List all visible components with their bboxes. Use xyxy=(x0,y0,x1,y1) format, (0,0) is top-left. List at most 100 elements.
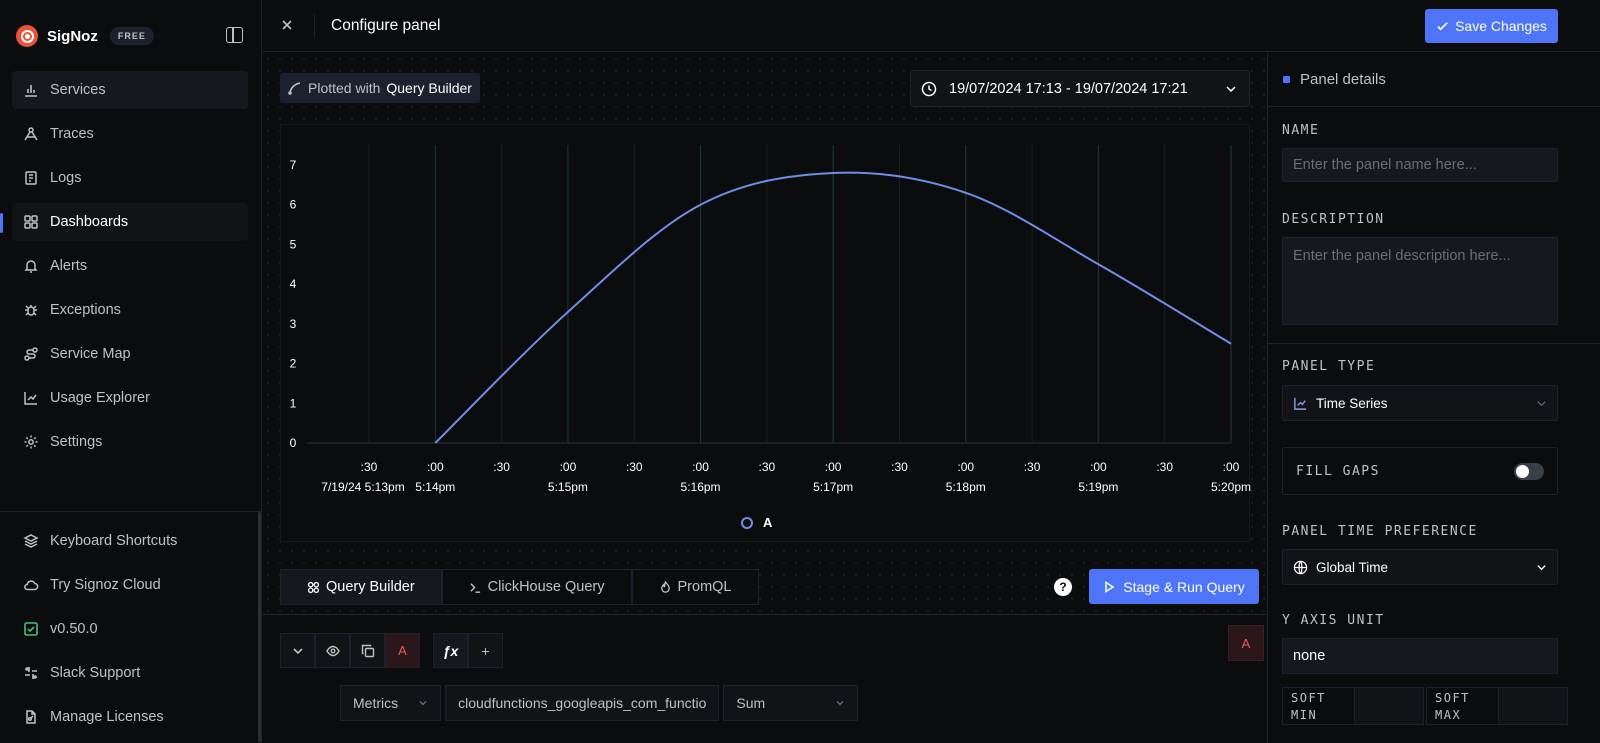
tab-label: PromQL xyxy=(677,579,732,595)
x-tick-label: :00 xyxy=(560,460,577,474)
x-tick-date-label: 5:15pm xyxy=(548,480,588,494)
chevron-down-icon xyxy=(419,701,427,706)
x-tick-date-label: 5:19pm xyxy=(1078,480,1118,494)
x-tick-label: :00 xyxy=(427,460,444,474)
add-query-button[interactable]: + xyxy=(468,633,503,668)
sidebar-item-label: Slack Support xyxy=(50,665,141,681)
x-tick-label: :30 xyxy=(626,460,643,474)
sidebar-item-settings[interactable]: Settings xyxy=(12,423,248,461)
y-tick-label: 3 xyxy=(290,317,297,331)
sidebar-item-exceptions[interactable]: Exceptions xyxy=(12,291,248,329)
gear-icon xyxy=(23,434,39,450)
plotted-prefix: Plotted with xyxy=(308,80,381,96)
sidebar-item-keyboard-shortcuts[interactable]: Keyboard Shortcuts xyxy=(12,522,248,560)
layout-grid-icon xyxy=(23,214,39,230)
flame-icon xyxy=(660,580,670,593)
sidebar-item-label: Traces xyxy=(50,126,94,142)
sidebar: SigNoz FREE Services Traces Logs Dashboa… xyxy=(0,0,262,743)
sidebar-item-label: Exceptions xyxy=(50,302,121,318)
fill-gaps-label: FILL GAPS xyxy=(1296,463,1380,479)
x-tick-label: :00 xyxy=(825,460,842,474)
fill-gaps-toggle[interactable] xyxy=(1514,463,1544,480)
y-tick-label: 7 xyxy=(290,158,297,172)
soft-max-field[interactable]: SOFT MAX xyxy=(1426,687,1568,725)
sidebar-item-label: Manage Licenses xyxy=(50,709,164,725)
y-tick-label: 5 xyxy=(290,237,297,251)
save-changes-button[interactable]: Save Changes xyxy=(1425,9,1558,43)
save-button-label: Save Changes xyxy=(1455,18,1547,34)
sidebar-item-services[interactable]: Services xyxy=(12,71,248,109)
bar-chart-icon xyxy=(23,82,39,98)
tab-clickhouse-query[interactable]: ClickHouse Query xyxy=(441,569,632,605)
sidebar-item-label: Service Map xyxy=(50,346,131,362)
query-letter-badge[interactable]: A xyxy=(385,633,420,668)
soft-min-field[interactable]: SOFT MIN xyxy=(1282,687,1424,725)
panel-type-select[interactable]: Time Series xyxy=(1282,385,1558,421)
sidebar-item-try-cloud[interactable]: Try Signoz Cloud xyxy=(12,566,248,604)
tab-query-builder[interactable]: Query Builder xyxy=(280,569,442,605)
sidebar-item-service-map[interactable]: Service Map xyxy=(12,335,248,373)
sidebar-item-usage-explorer[interactable]: Usage Explorer xyxy=(12,379,248,417)
time-series-chart[interactable]: 0 1 2 3 4 5 6 7:30 7/19/24 5:13pm:00 5:14pm:30:00… xyxy=(281,125,1251,543)
clock-icon xyxy=(921,81,937,96)
panel-description-textarea[interactable]: Enter the panel description here... xyxy=(1282,237,1558,325)
sidebar-item-slack-support[interactable]: Slack Support xyxy=(12,654,248,692)
chart-container: 0 1 2 3 4 5 6 7:30 7/19/24 5:13pm:00 5:14pm:30:00… xyxy=(280,124,1251,543)
panel-name-input[interactable]: Enter the panel name here... xyxy=(1282,148,1558,182)
brand[interactable]: SigNoz FREE xyxy=(16,24,154,48)
file-key-icon xyxy=(23,709,39,725)
slack-icon xyxy=(23,665,39,681)
sidebar-scrollbar[interactable] xyxy=(258,512,261,742)
copy-query-button[interactable] xyxy=(350,633,385,668)
legend-label: A xyxy=(763,515,773,530)
x-tick-date-label: 5:20pm xyxy=(1211,480,1251,494)
aggregation-select[interactable]: Sum xyxy=(723,685,859,721)
y-axis-unit-input[interactable]: none xyxy=(1282,638,1558,674)
collapse-query-button[interactable] xyxy=(280,633,315,668)
x-tick-label: :00 xyxy=(692,460,709,474)
close-icon[interactable] xyxy=(278,16,296,34)
plotted-with-indicator[interactable]: Plotted with Query Builder xyxy=(280,73,480,103)
spline-icon xyxy=(288,82,301,95)
sidebar-item-logs[interactable]: Logs xyxy=(12,159,248,197)
sidebar-nav: Services Traces Logs Dashboards Alerts E… xyxy=(0,71,248,467)
sidebar-item-alerts[interactable]: Alerts xyxy=(12,247,248,285)
toggle-visibility-button[interactable] xyxy=(315,633,350,668)
cloud-icon xyxy=(23,577,39,593)
x-tick-date-label: 5:16pm xyxy=(681,480,721,494)
bug-icon xyxy=(23,302,39,318)
sidebar-item-manage-licenses[interactable]: Manage Licenses xyxy=(12,698,248,736)
chevron-down-icon xyxy=(1537,401,1546,407)
add-formula-button[interactable]: ƒx xyxy=(433,633,468,668)
chart-legend[interactable]: A xyxy=(741,515,772,530)
soft-max-input[interactable] xyxy=(1499,688,1567,724)
stage-and-run-query-button[interactable]: Stage & Run Query xyxy=(1089,569,1259,604)
panel-details: Panel details NAME Enter the panel name … xyxy=(1267,53,1600,743)
soft-min-input[interactable] xyxy=(1355,688,1423,724)
sidebar-collapse-icon[interactable] xyxy=(226,27,243,43)
name-label: NAME xyxy=(1282,123,1320,138)
sidebar-item-version[interactable]: v0.50.0 xyxy=(12,610,248,648)
sidebar-item-label: Settings xyxy=(50,434,103,450)
version-label: v0.50.0 xyxy=(50,621,98,637)
sidebar-item-traces[interactable]: Traces xyxy=(12,115,248,153)
x-tick-label: :30 xyxy=(1024,460,1041,474)
time-preference-select[interactable]: Global Time xyxy=(1282,549,1558,585)
line-chart-icon xyxy=(1294,397,1307,410)
query-row: Metrics cloudfunctions_googleapis_com_fu… xyxy=(340,685,862,721)
x-tick-label: :00 xyxy=(1090,460,1107,474)
time-range-picker[interactable]: 19/07/2024 17:13 - 19/07/2024 17:21 xyxy=(910,70,1250,107)
sidebar-item-dashboards[interactable]: Dashboards xyxy=(0,203,248,241)
query-builder-section: A ƒx + Metrics cloudfunctions_googleapis… xyxy=(262,614,1267,743)
metric-name-select[interactable]: cloudfunctions_googleapis_com_functio xyxy=(445,685,720,721)
draft-icon xyxy=(23,126,39,142)
legend-marker-icon xyxy=(741,516,753,529)
x-tick-date-label: 7/19/24 5:13pm xyxy=(321,480,404,494)
tab-promql[interactable]: PromQL xyxy=(631,569,759,605)
query-letter-tag[interactable]: A xyxy=(1228,625,1264,661)
panel-type-label: PANEL TYPE xyxy=(1282,359,1376,374)
help-icon[interactable]: ? xyxy=(1054,578,1072,596)
data-source-select[interactable]: Metrics xyxy=(340,685,442,721)
x-tick-label: :30 xyxy=(493,460,510,474)
description-label: DESCRIPTION xyxy=(1282,212,1385,227)
